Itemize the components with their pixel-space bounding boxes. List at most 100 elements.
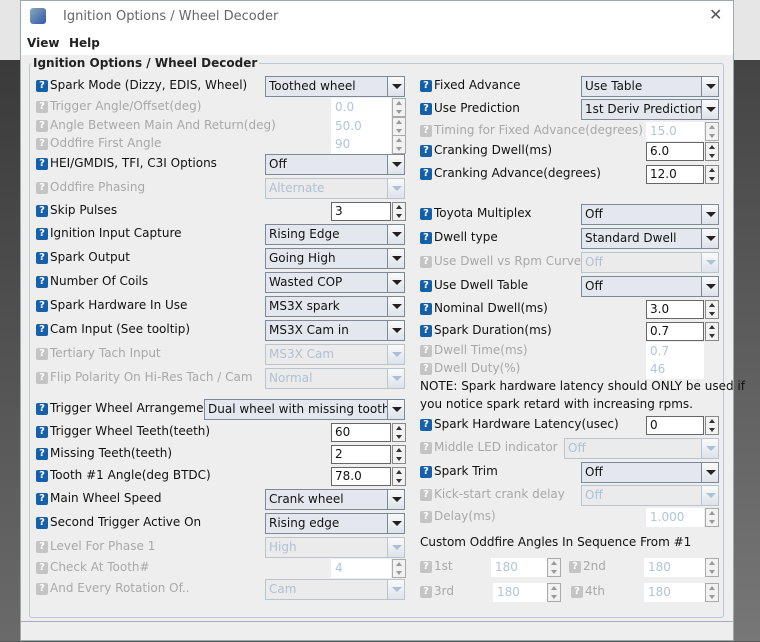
skip-pulses-spinner[interactable]: 3 xyxy=(331,202,406,221)
help-icon[interactable]: ? xyxy=(36,276,48,288)
spinner-input[interactable]: 60 xyxy=(331,423,391,442)
help-icon[interactable]: ? xyxy=(36,228,48,240)
help-icon[interactable]: ? xyxy=(36,252,48,264)
chevron-down-icon[interactable] xyxy=(387,514,404,533)
chevron-down-icon[interactable] xyxy=(387,490,404,509)
spark-duration-ms-spinner[interactable]: 0.7 xyxy=(646,322,719,341)
chevron-down-icon[interactable] xyxy=(387,179,404,198)
help-icon[interactable]: ? xyxy=(36,300,48,312)
chevron-down-icon[interactable] xyxy=(701,253,718,272)
ignition-input-capture-dropdown[interactable]: Rising Edge xyxy=(265,224,405,245)
menu-help[interactable]: Help xyxy=(69,36,100,50)
menu-view[interactable]: View xyxy=(27,36,59,50)
spinner-arrows-icon[interactable] xyxy=(392,423,406,442)
help-icon[interactable]: ? xyxy=(420,325,432,337)
spinner-input[interactable]: 6.0 xyxy=(646,142,704,161)
help-icon[interactable]: ? xyxy=(420,280,432,292)
cam-input-see-tooltip-dropdown[interactable]: MS3X Cam in xyxy=(265,320,405,341)
chevron-down-icon[interactable] xyxy=(387,155,404,174)
chevron-down-icon[interactable] xyxy=(387,225,404,244)
spark-mode-dizzy-edis-wheel-dropdown[interactable]: Toothed wheel xyxy=(265,76,405,97)
help-icon[interactable]: ? xyxy=(420,208,432,220)
chevron-down-icon[interactable] xyxy=(387,345,404,364)
trigger-wheel-teeth-teeth-spinner[interactable]: 60 xyxy=(331,423,406,442)
help-icon[interactable]: ? xyxy=(36,493,48,505)
help-icon[interactable]: ? xyxy=(36,158,48,170)
spark-hardware-in-use-dropdown[interactable]: MS3X spark xyxy=(265,296,405,317)
chevron-down-icon[interactable] xyxy=(387,400,404,419)
close-icon[interactable]: ✕ xyxy=(709,5,722,24)
spinner-input[interactable]: 0 xyxy=(646,416,704,435)
help-icon[interactable]: ? xyxy=(420,419,432,431)
help-icon[interactable]: ? xyxy=(420,168,432,180)
use-dwell-table-dropdown[interactable]: Off xyxy=(581,276,719,297)
spark-output-dropdown[interactable]: Going High xyxy=(265,248,405,269)
help-icon[interactable]: ? xyxy=(420,466,432,478)
chevron-down-icon[interactable] xyxy=(701,229,718,248)
hei-gmdis-tfi-c3i-options-dropdown[interactable]: Off xyxy=(265,154,405,175)
spinner-arrows-icon[interactable] xyxy=(705,165,719,184)
help-icon[interactable]: ? xyxy=(36,426,48,438)
chevron-down-icon[interactable] xyxy=(387,77,404,96)
help-icon[interactable]: ? xyxy=(36,324,48,336)
toyota-multiplex-dropdown[interactable]: Off xyxy=(581,204,719,225)
help-icon[interactable]: ? xyxy=(420,145,432,157)
spinner-arrows-icon[interactable] xyxy=(392,467,406,486)
chevron-down-icon[interactable] xyxy=(387,580,404,599)
spinner-input[interactable]: 2 xyxy=(331,445,391,464)
spinner-arrows-icon[interactable] xyxy=(705,142,719,161)
cranking-advance-degrees-spinner[interactable]: 12.0 xyxy=(646,165,719,184)
spinner-arrows-icon[interactable] xyxy=(705,322,719,341)
chevron-down-icon[interactable] xyxy=(701,486,718,505)
spinner-arrows-icon[interactable] xyxy=(392,202,406,221)
spinner-input[interactable]: 3.0 xyxy=(646,300,704,319)
help-icon[interactable]: ? xyxy=(420,80,432,92)
chevron-down-icon[interactable] xyxy=(387,249,404,268)
spinner-arrows-icon[interactable] xyxy=(705,300,719,319)
help-icon[interactable]: ? xyxy=(36,205,48,217)
chevron-down-icon[interactable] xyxy=(701,205,718,224)
spinner-input[interactable]: 12.0 xyxy=(646,165,704,184)
chevron-down-icon[interactable] xyxy=(387,297,404,316)
middle-led-indicator-label: Middle LED indicator xyxy=(434,440,558,454)
number-of-coils-dropdown[interactable]: Wasted COP xyxy=(265,272,405,293)
chevron-down-icon[interactable] xyxy=(387,369,404,388)
chevron-down-icon[interactable] xyxy=(701,439,718,458)
spinner-arrows-icon[interactable] xyxy=(705,416,719,435)
help-icon[interactable]: ? xyxy=(36,517,48,529)
help-icon[interactable]: ? xyxy=(36,403,48,415)
help-icon[interactable]: ? xyxy=(420,103,432,115)
chevron-down-icon[interactable] xyxy=(387,273,404,292)
chevron-down-icon[interactable] xyxy=(701,277,718,296)
main-wheel-speed-dropdown[interactable]: Crank wheel xyxy=(265,489,405,510)
spinner-input[interactable]: 0.7 xyxy=(646,322,704,341)
second-trigger-active-on-dropdown[interactable]: Rising edge xyxy=(265,513,405,534)
chevron-down-icon[interactable] xyxy=(387,321,404,340)
nominal-dwell-ms-spinner[interactable]: 3.0 xyxy=(646,300,719,319)
help-icon[interactable]: ? xyxy=(36,448,48,460)
spark-hardware-latency-usec-spinner[interactable]: 0 xyxy=(646,416,719,435)
help-icon[interactable]: ? xyxy=(36,80,48,92)
spark-trim-dropdown[interactable]: Off xyxy=(581,462,719,483)
missing-teeth-teeth-spinner[interactable]: 2 xyxy=(331,445,406,464)
help-icon[interactable]: ? xyxy=(420,232,432,244)
help-icon[interactable]: ? xyxy=(420,303,432,315)
chevron-down-icon[interactable] xyxy=(387,538,404,557)
use-prediction-dropdown[interactable]: 1st Deriv Prediction xyxy=(581,99,719,120)
chevron-down-icon[interactable] xyxy=(701,100,718,119)
spinner-input[interactable]: 3 xyxy=(331,202,391,221)
cranking-dwell-ms-spinner[interactable]: 6.0 xyxy=(646,142,719,161)
chevron-down-icon[interactable] xyxy=(701,77,718,96)
spinner-input[interactable]: 78.0 xyxy=(331,467,391,486)
dropdown-value: Off xyxy=(585,255,603,269)
trigger-wheel-arrangement-dropdown[interactable]: Dual wheel with missing tooth xyxy=(204,399,405,420)
dwell-duty-label: Dwell Duty(%) xyxy=(434,361,521,375)
chevron-down-icon[interactable] xyxy=(701,463,718,482)
delay-ms-spinner: 1.000 xyxy=(646,508,719,527)
spinner-arrows-icon[interactable] xyxy=(392,445,406,464)
fixed-advance-dropdown[interactable]: Use Table xyxy=(581,76,719,97)
help-icon[interactable]: ? xyxy=(36,470,48,482)
tooth-1-angle-deg-btdc-spinner[interactable]: 78.0 xyxy=(331,467,406,486)
dwell-type-dropdown[interactable]: Standard Dwell xyxy=(581,228,719,249)
spinner-arrows-icon xyxy=(705,508,719,527)
